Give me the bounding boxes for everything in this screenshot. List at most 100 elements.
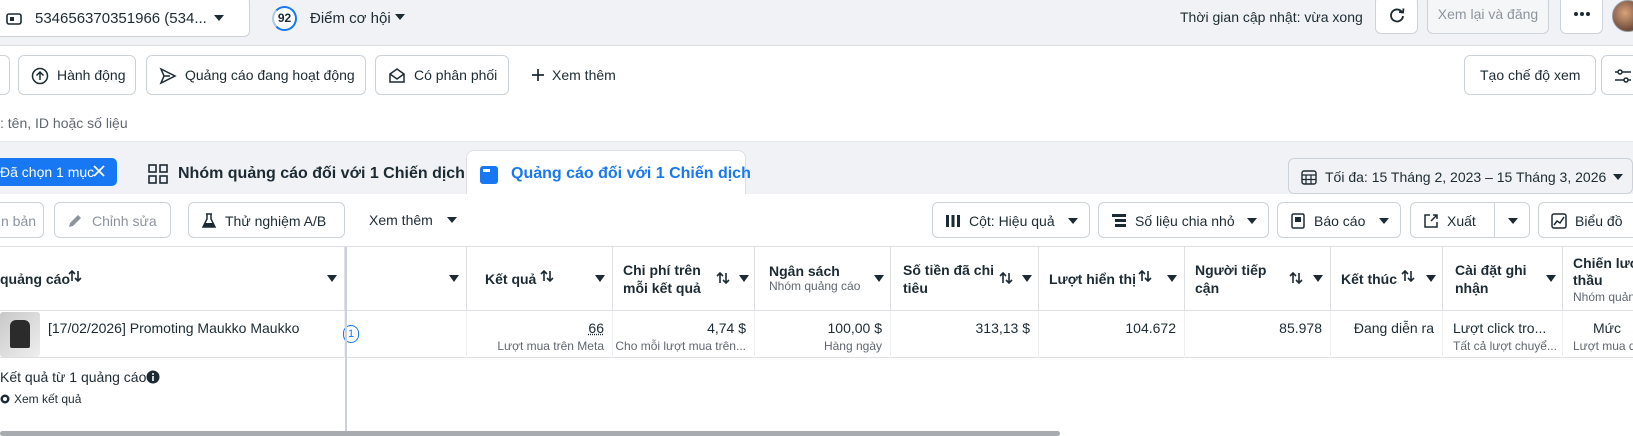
filter-settings-button[interactable]: [1601, 55, 1633, 95]
chevron-down-icon[interactable]: [1022, 275, 1032, 282]
info-icon[interactable]: [146, 370, 160, 384]
selected-chip-label: Đã chọn 1 mục: [0, 164, 94, 180]
budget-sub: Hàng ngày: [824, 339, 882, 353]
breakdown-button[interactable]: Số liệu chia nhỏ: [1098, 202, 1269, 238]
avatar[interactable]: [1612, 0, 1633, 32]
column-header-ad-name-label: quảng cáo: [0, 271, 70, 287]
sort-icon[interactable]: [68, 269, 82, 283]
filter-actions-button[interactable]: Hành động: [18, 55, 136, 95]
chart-button[interactable]: Biểu đồ: [1538, 202, 1633, 238]
bid-value: Mức: [1593, 320, 1621, 336]
close-icon[interactable]: [93, 165, 105, 177]
create-view-button[interactable]: Tạo chế độ xem: [1464, 55, 1596, 95]
column-header-attribution[interactable]: Cài đặt ghi nhận: [1443, 247, 1563, 311]
attribution-value: Lượt click tro...: [1453, 320, 1546, 336]
export-label: Xuất: [1447, 213, 1476, 229]
toolbar-more-button[interactable]: Xem thêm: [358, 202, 463, 238]
refresh-icon: [1388, 6, 1406, 24]
sort-icon[interactable]: [540, 269, 554, 283]
column-header-spent-line2: tiêu: [903, 279, 994, 297]
see-results-link[interactable]: Xem kết quả: [14, 392, 81, 406]
chevron-down-icon: [1067, 217, 1079, 225]
filter-active-ads-button[interactable]: Quảng cáo đang hoạt động: [146, 55, 366, 95]
ab-test-button[interactable]: Thử nghiệm A/B: [188, 202, 345, 238]
ad-name-cell[interactable]: [17/02/2026] Promoting Maukko Maukko: [0, 311, 345, 358]
column-header-ad-name[interactable]: quảng cáo: [0, 247, 345, 311]
tab-ads[interactable]: Quảng cáo đối với 1 Chiến dịch: [466, 150, 746, 194]
reports-button[interactable]: Báo cáo: [1277, 202, 1401, 238]
column-header-impressions-label: Lượt hiển thị: [1049, 271, 1136, 287]
toolbar-more-label: Xem thêm: [369, 212, 433, 228]
opportunity-score-badge[interactable]: 92: [272, 6, 297, 31]
column-header-impressions[interactable]: Lượt hiển thị: [1039, 247, 1185, 311]
chevron-down-icon[interactable]: [1507, 217, 1519, 225]
sort-icon[interactable]: [1289, 271, 1303, 285]
column-header-reach-line2: cận: [1195, 279, 1266, 297]
edit-label: Chỉnh sửa: [92, 213, 157, 229]
results-value[interactable]: 66: [588, 320, 604, 336]
more-icon: [1573, 11, 1591, 17]
chevron-down-icon[interactable]: [1313, 275, 1323, 282]
chevron-down-icon[interactable]: [874, 275, 884, 282]
edit-button[interactable]: Chỉnh sửa: [54, 202, 171, 238]
columns-icon: [945, 213, 961, 229]
chevron-down-icon[interactable]: [327, 275, 337, 282]
sort-icon[interactable]: [1401, 269, 1415, 283]
column-header-budget[interactable]: Ngân sách Nhóm quảng cáo: [755, 247, 891, 311]
export-button[interactable]: Xuất: [1410, 202, 1530, 238]
search-input[interactable]: : tên, ID hoặc số liệu: [0, 115, 128, 131]
filter-active-ads-label: Quảng cáo đang hoạt động: [185, 67, 355, 83]
eye-icon: [0, 394, 10, 404]
search-bar[interactable]: : tên, ID hoặc số liệu: [0, 104, 1633, 142]
table-row[interactable]: [17/02/2026] Promoting Maukko Maukko 1 6…: [0, 311, 1633, 358]
column-header-bid-strategy[interactable]: Chiến lược thầu Nhóm quản: [1563, 247, 1633, 311]
sort-icon[interactable]: [999, 271, 1013, 285]
sort-icon[interactable]: [1138, 269, 1152, 283]
chevron-down-icon[interactable]: [1426, 275, 1436, 282]
arrow-up-circle-icon: [31, 67, 49, 85]
selected-campaign-chip[interactable]: Đã chọn 1 mục: [0, 158, 117, 186]
summary-row: Kết quả từ 1 quảng cáo Xem kết quả: [0, 367, 345, 427]
column-header-delivery[interactable]: [347, 247, 467, 311]
column-header-cost-per-result[interactable]: Chi phí trên mỗi kết quả: [613, 247, 755, 311]
chevron-down-icon[interactable]: [449, 275, 459, 282]
column-header-reach-line1: Người tiếp: [1195, 261, 1266, 279]
chevron-down-icon[interactable]: [595, 275, 605, 282]
column-header-attribution-line1: Cài đặt ghi: [1455, 261, 1527, 279]
column-header-amount-spent[interactable]: Số tiền đã chi tiêu: [891, 247, 1039, 311]
refresh-button[interactable]: [1375, 0, 1418, 34]
more-options-button[interactable]: [1560, 0, 1603, 34]
column-header-results[interactable]: Kết quả: [467, 247, 613, 311]
column-header-ends[interactable]: Kết thúc: [1331, 247, 1443, 311]
ad-name[interactable]: [17/02/2026] Promoting Maukko Maukko: [48, 320, 299, 336]
filter-see-more-button[interactable]: Xem thêm: [527, 55, 627, 95]
column-header-spent-line1: Số tiền đã chi: [903, 261, 994, 279]
budget-value[interactable]: 100,00 $: [828, 320, 883, 336]
spent-value: 313,13 $: [976, 320, 1031, 336]
tab-adsets[interactable]: Nhóm quảng cáo đối với 1 Chiến dịch: [136, 150, 456, 194]
filter-delivered-button[interactable]: Có phân phối: [375, 55, 509, 95]
chevron-down-icon[interactable]: [1167, 275, 1177, 282]
tab-ads-label: Quảng cáo đối với 1 Chiến dịch: [511, 165, 751, 183]
chevron-down-icon[interactable]: [394, 13, 406, 21]
account-selector[interactable]: 534656370351966 (534...: [0, 0, 250, 37]
opportunity-score-label[interactable]: Điểm cơ hội: [310, 10, 391, 27]
duplicate-button[interactable]: n bản: [0, 202, 44, 238]
review-publish-button[interactable]: Xem lại và đăng: [1427, 0, 1549, 34]
frozen-column-divider[interactable]: [345, 247, 347, 436]
column-header-reach[interactable]: Người tiếp cận: [1185, 247, 1331, 311]
tab-adsets-label: Nhóm quảng cáo đối với 1 Chiến dịch: [178, 165, 465, 183]
chevron-down-icon: [1612, 173, 1624, 181]
filter-pill-partial[interactable]: [0, 55, 10, 95]
horizontal-scrollbar[interactable]: [0, 431, 1060, 436]
sort-icon[interactable]: [716, 271, 730, 285]
impressions-cell: 104.672: [1039, 311, 1185, 358]
column-header-budget-sub: Nhóm quảng cáo: [769, 279, 860, 293]
create-view-label: Tạo chế độ xem: [1480, 67, 1580, 83]
envelope-icon: [388, 67, 406, 85]
delivery-cell: 1: [347, 311, 467, 358]
chevron-down-icon[interactable]: [739, 275, 749, 282]
chevron-down-icon[interactable]: [1546, 275, 1556, 282]
columns-button[interactable]: Cột: Hiệu quả: [932, 202, 1090, 238]
date-range-picker[interactable]: Tối đa: 15 Tháng 2, 2023 – 15 Tháng 3, 2…: [1288, 158, 1633, 194]
